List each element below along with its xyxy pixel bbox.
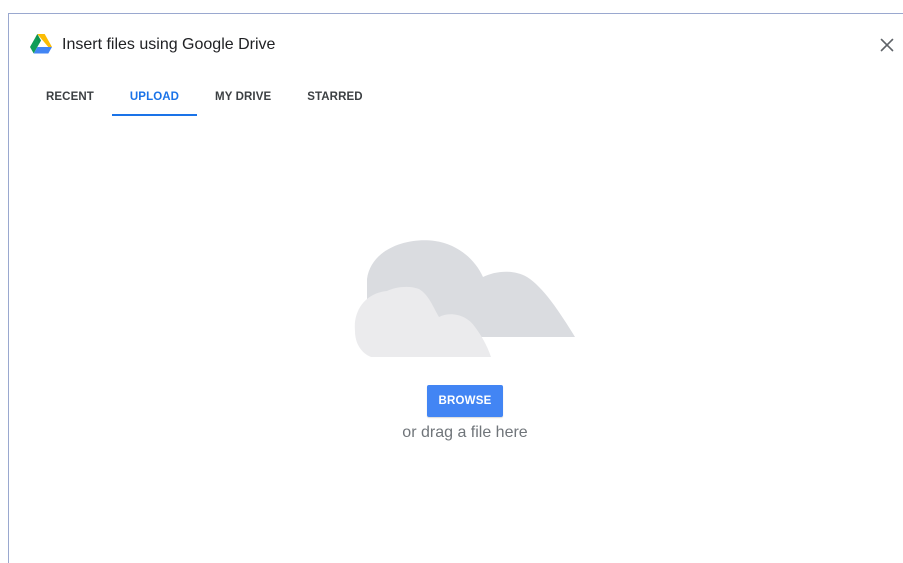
tab-upload[interactable]: UPLOAD <box>111 78 198 116</box>
tab-bar: RECENT UPLOAD MY DRIVE STARRED <box>28 78 381 116</box>
browse-button[interactable]: BROWSE <box>427 385 503 417</box>
close-icon[interactable] <box>877 35 897 55</box>
google-drive-logo-icon <box>30 34 52 54</box>
tab-recent[interactable]: RECENT <box>28 78 112 116</box>
dialog-title: Insert files using Google Drive <box>62 36 276 53</box>
dialog-header: Insert files using Google Drive <box>9 14 903 74</box>
drag-file-hint: or drag a file here <box>402 424 528 441</box>
tab-starred[interactable]: STARRED <box>289 78 380 116</box>
cloud-illustration-icon <box>354 240 575 357</box>
tab-my-drive[interactable]: MY DRIVE <box>197 78 289 116</box>
insert-files-dialog: Insert files using Google Drive RECENT U… <box>8 13 903 563</box>
